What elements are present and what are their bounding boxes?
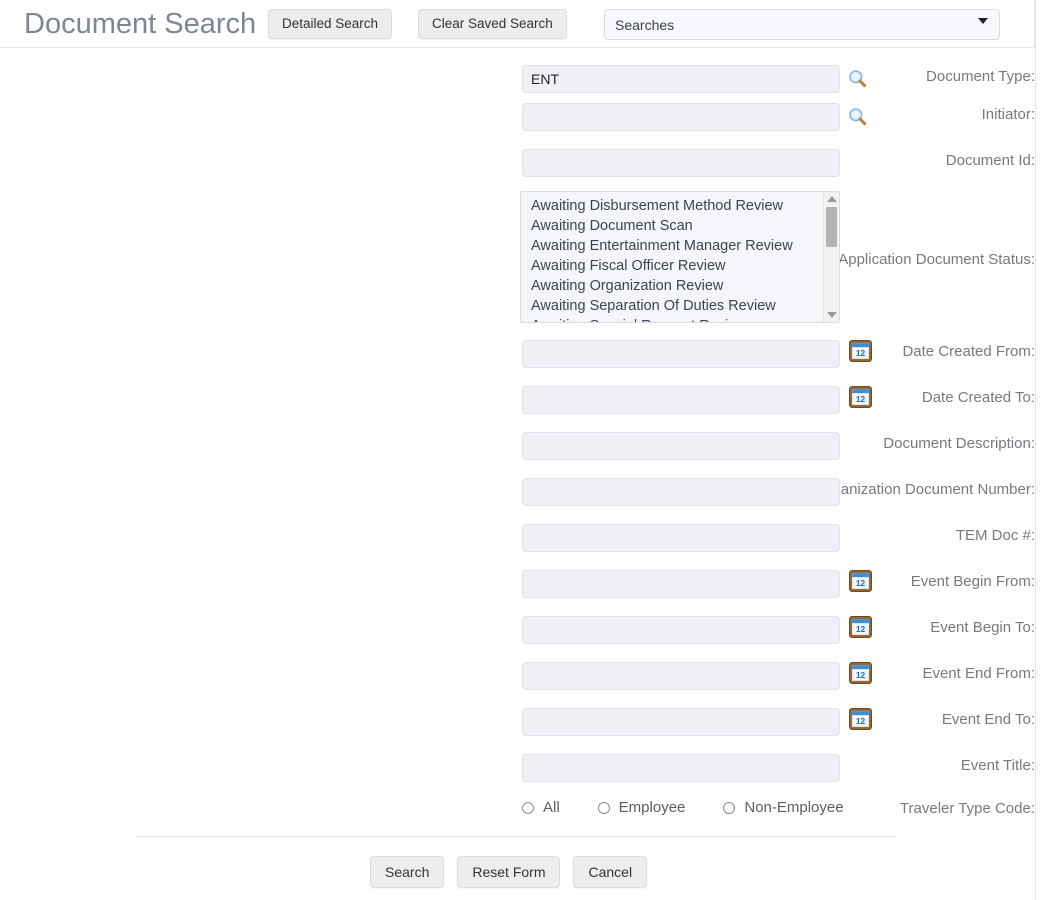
calendar-icon-event-end-from[interactable]: 12 — [849, 662, 872, 684]
form-row-event-begin-from: Event Begin From: 12 — [0, 561, 1035, 607]
form-row-traveler-type-code: Traveler Type Code: All Employee Non-Emp… — [0, 791, 1035, 825]
svg-text:12: 12 — [856, 716, 866, 726]
svg-text:12: 12 — [856, 624, 866, 634]
form-row-date-created-from: Date Created From: 12 — [0, 331, 1035, 377]
event-end-to-input[interactable] — [522, 708, 840, 736]
form-row-tem-doc-number: TEM Doc #: — [0, 515, 1035, 561]
radio-button-all[interactable] — [522, 802, 534, 814]
listbox-option[interactable]: Awaiting Special Request Review — [531, 316, 824, 323]
listbox-option[interactable]: Awaiting Organization Review — [531, 276, 824, 296]
form-row-date-created-to: Date Created To: 12 — [0, 377, 1035, 423]
listbox-options[interactable]: Awaiting Disbursement Method Review Awai… — [521, 192, 824, 323]
tem-doc-number-input[interactable] — [522, 524, 840, 552]
form-divider — [135, 836, 895, 837]
event-begin-to-input[interactable] — [522, 616, 840, 644]
radio-label-all: All — [543, 799, 560, 816]
document-description-input[interactable] — [522, 432, 840, 460]
form-row-initiator: Initiator: — [0, 94, 1035, 140]
calendar-icon-date-created-from[interactable]: 12 — [849, 340, 872, 362]
document-type-input[interactable] — [522, 65, 840, 93]
form-actions: Search Reset Form Cancel — [0, 856, 1035, 888]
traveler-type-radio-group: All Employee Non-Employee — [522, 799, 882, 816]
page-header: Document Search Detailed Search Clear Sa… — [0, 0, 1035, 48]
svg-text:12: 12 — [856, 670, 866, 680]
application-document-status-listbox[interactable]: Awaiting Disbursement Method Review Awai… — [520, 191, 840, 323]
detailed-search-button[interactable]: Detailed Search — [268, 9, 392, 39]
magnifier-icon-document-type[interactable] — [848, 69, 867, 88]
listbox-option[interactable]: Awaiting Entertainment Manager Review — [531, 236, 824, 256]
cancel-button[interactable]: Cancel — [573, 856, 647, 888]
form-row-document-id: Document Id: — [0, 140, 1035, 186]
calendar-icon-event-begin-to[interactable]: 12 — [849, 616, 872, 638]
form-row-document-description: Document Description: — [0, 423, 1035, 469]
document-id-input[interactable] — [522, 149, 840, 177]
search-form: Document Type: Initiator: — [0, 48, 1035, 825]
listbox-option[interactable]: Awaiting Fiscal Officer Review — [531, 256, 824, 276]
event-title-input[interactable] — [522, 754, 840, 782]
radio-option-all[interactable]: All — [522, 799, 560, 816]
page-title: Document Search — [24, 7, 256, 41]
form-row-event-end-to: Event End To: 12 — [0, 699, 1035, 745]
search-button[interactable]: Search — [370, 856, 444, 888]
radio-option-non-employee[interactable]: Non-Employee — [723, 799, 843, 816]
event-begin-from-input[interactable] — [522, 570, 840, 598]
svg-text:12: 12 — [856, 348, 866, 358]
radio-button-non-employee[interactable] — [723, 802, 735, 814]
content-right-edge — [1035, 0, 1036, 900]
radio-label-non-employee: Non-Employee — [744, 799, 843, 816]
calendar-icon-event-end-to[interactable]: 12 — [849, 708, 872, 730]
form-row-event-begin-to: Event Begin To: 12 — [0, 607, 1035, 653]
form-row-application-document-status: Application Document Status: Awaiting Di… — [0, 191, 1035, 331]
svg-text:12: 12 — [856, 394, 866, 404]
document-search-page: Document Search Detailed Search Clear Sa… — [0, 0, 1048, 900]
calendar-icon-date-created-to[interactable]: 12 — [849, 386, 872, 408]
listbox-option[interactable]: Awaiting Disbursement Method Review — [531, 196, 824, 216]
clear-saved-search-button[interactable]: Clear Saved Search — [418, 9, 567, 39]
searches-select[interactable]: Searches — [604, 9, 1000, 40]
listbox-option[interactable]: Awaiting Document Scan — [531, 216, 824, 236]
listbox-option[interactable]: Awaiting Separation Of Duties Review — [531, 296, 824, 316]
magnifier-icon-initiator[interactable] — [848, 107, 867, 126]
form-row-organization-document-number: Organization Document Number: — [0, 469, 1035, 515]
scrollbar-thumb[interactable] — [826, 207, 837, 247]
reset-form-button[interactable]: Reset Form — [457, 856, 560, 888]
listbox-scrollbar[interactable] — [823, 192, 839, 322]
calendar-icon-event-begin-from[interactable]: 12 — [849, 570, 872, 592]
date-created-from-input[interactable] — [522, 340, 840, 368]
svg-text:12: 12 — [856, 578, 866, 588]
form-row-event-title: Event Title: — [0, 745, 1035, 791]
initiator-input[interactable] — [522, 103, 840, 131]
radio-button-employee[interactable] — [598, 802, 610, 814]
organization-document-number-input[interactable] — [522, 478, 840, 506]
form-row-event-end-from: Event End From: 12 — [0, 653, 1035, 699]
scroll-up-arrow-icon[interactable] — [827, 196, 837, 202]
radio-label-employee: Employee — [619, 799, 686, 816]
form-row-document-type: Document Type: — [0, 48, 1035, 94]
scroll-down-arrow-icon[interactable] — [827, 312, 837, 318]
radio-option-employee[interactable]: Employee — [598, 799, 686, 816]
event-end-from-input[interactable] — [522, 662, 840, 690]
date-created-to-input[interactable] — [522, 386, 840, 414]
